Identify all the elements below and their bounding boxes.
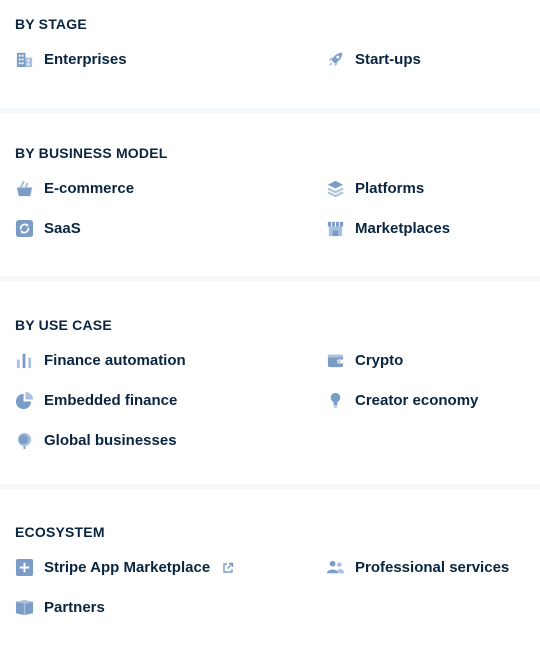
- nav-item-crypto[interactable]: Crypto: [326, 351, 525, 370]
- section-grid: Enterprises Start-ups: [15, 50, 525, 69]
- nav-item-label: Start-ups: [355, 50, 421, 68]
- rocket-icon: [326, 50, 345, 69]
- nav-item-label: Marketplaces: [355, 219, 451, 237]
- bar-chart-icon: [15, 351, 34, 370]
- basket-icon: [15, 179, 34, 198]
- section-title: BY USE CASE: [15, 317, 112, 333]
- nav-item-creator-economy[interactable]: Creator economy: [326, 391, 525, 410]
- globe-icon: [15, 431, 34, 450]
- pie-chart-icon: [15, 391, 34, 410]
- wallet-icon: [326, 351, 345, 370]
- nav-item-label: Finance automation: [44, 351, 186, 369]
- nav-item-label: Global businesses: [44, 431, 177, 449]
- nav-item-partners[interactable]: Partners: [15, 598, 326, 617]
- section-title: BY STAGE: [15, 16, 87, 32]
- nav-item-label: Enterprises: [44, 50, 127, 68]
- book-icon: [15, 598, 34, 617]
- nav-item-finance-automation[interactable]: Finance automation: [15, 351, 326, 370]
- nav-item-label: Partners: [44, 598, 105, 616]
- external-link-icon: [222, 562, 234, 574]
- nav-item-start-ups[interactable]: Start-ups: [326, 50, 525, 69]
- section-by-business-model: BY BUSINESS MODEL E-commerce Platforms S…: [0, 113, 540, 276]
- nav-item-label: Creator economy: [355, 391, 479, 409]
- nav-item-platforms[interactable]: Platforms: [326, 179, 525, 198]
- nav-item-professional-services[interactable]: Professional services: [326, 558, 525, 577]
- nav-item-saas[interactable]: SaaS: [15, 219, 326, 238]
- refresh-icon: [15, 219, 34, 238]
- building-icon: [15, 50, 34, 69]
- nav-item-label: Crypto: [355, 351, 404, 369]
- section-grid: Finance automation Crypto Embedded finan…: [15, 351, 525, 450]
- nav-item-embedded-finance[interactable]: Embedded finance: [15, 391, 326, 410]
- section-ecosystem: ECOSYSTEM Stripe App Marketplace Profess…: [0, 489, 540, 661]
- storefront-icon: [326, 219, 345, 238]
- section-by-use-case: BY USE CASE Finance automation Crypto Em…: [0, 281, 540, 484]
- nav-item-enterprises[interactable]: Enterprises: [15, 50, 326, 69]
- nav-item-label: Stripe App Marketplace: [44, 558, 211, 576]
- lightbulb-icon: [326, 391, 345, 410]
- people-icon: [326, 558, 345, 577]
- section-by-stage: BY STAGE Enterprises Start-ups: [0, 0, 540, 108]
- plus-square-icon: [15, 558, 34, 577]
- section-grid: E-commerce Platforms SaaS Marketplaces: [15, 179, 525, 238]
- nav-item-label: Platforms: [355, 179, 425, 197]
- nav-item-label: SaaS: [44, 219, 81, 237]
- nav-item-global-businesses[interactable]: Global businesses: [15, 431, 326, 450]
- nav-item-marketplaces[interactable]: Marketplaces: [326, 219, 525, 238]
- section-title: BY BUSINESS MODEL: [15, 145, 168, 161]
- nav-item-label: E-commerce: [44, 179, 135, 197]
- nav-item-stripe-app-marketplace[interactable]: Stripe App Marketplace: [15, 558, 326, 577]
- nav-item-e-commerce[interactable]: E-commerce: [15, 179, 326, 198]
- nav-item-label: Professional services: [355, 558, 510, 576]
- layers-icon: [326, 179, 345, 198]
- section-title: ECOSYSTEM: [15, 524, 105, 540]
- section-grid: Stripe App Marketplace Professional serv…: [15, 558, 525, 617]
- nav-item-label: Embedded finance: [44, 391, 178, 409]
